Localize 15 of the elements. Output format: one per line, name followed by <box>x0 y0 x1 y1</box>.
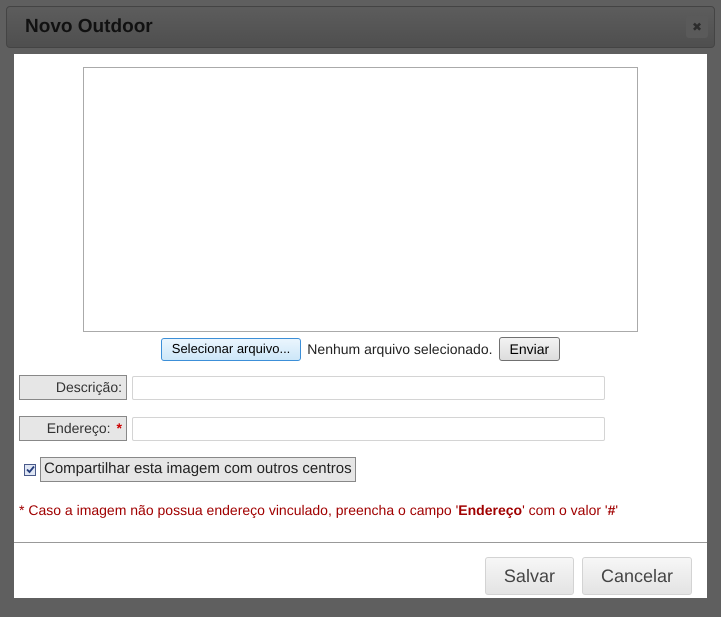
share-label: Compartilhar esta imagem com outros centros <box>40 457 356 482</box>
dialog-button[interactable]: Cancelar <box>582 557 692 595</box>
send-button[interactable]: Enviar <box>498 337 560 361</box>
label-text: Endereço: <box>46 419 111 438</box>
file-status: Nenhum arquivo selecionado. <box>307 340 493 359</box>
check-icon <box>26 465 34 474</box>
label-text: Descrição: <box>56 378 122 397</box>
dialog-button[interactable]: Salvar <box>484 557 574 595</box>
input-field[interactable] <box>132 376 605 400</box>
dialog-title: Novo Outdoor <box>25 14 153 39</box>
input-field[interactable] <box>132 416 605 440</box>
required-mark: * <box>116 419 122 438</box>
note-text: * Caso a imagem não possua endereço vinculado, preencha o campo 'Endereço' com o valor '#' <box>19 501 620 520</box>
share-checkbox[interactable] <box>24 464 36 476</box>
select-file-button[interactable]: Selecionar arquivo... <box>160 338 302 360</box>
